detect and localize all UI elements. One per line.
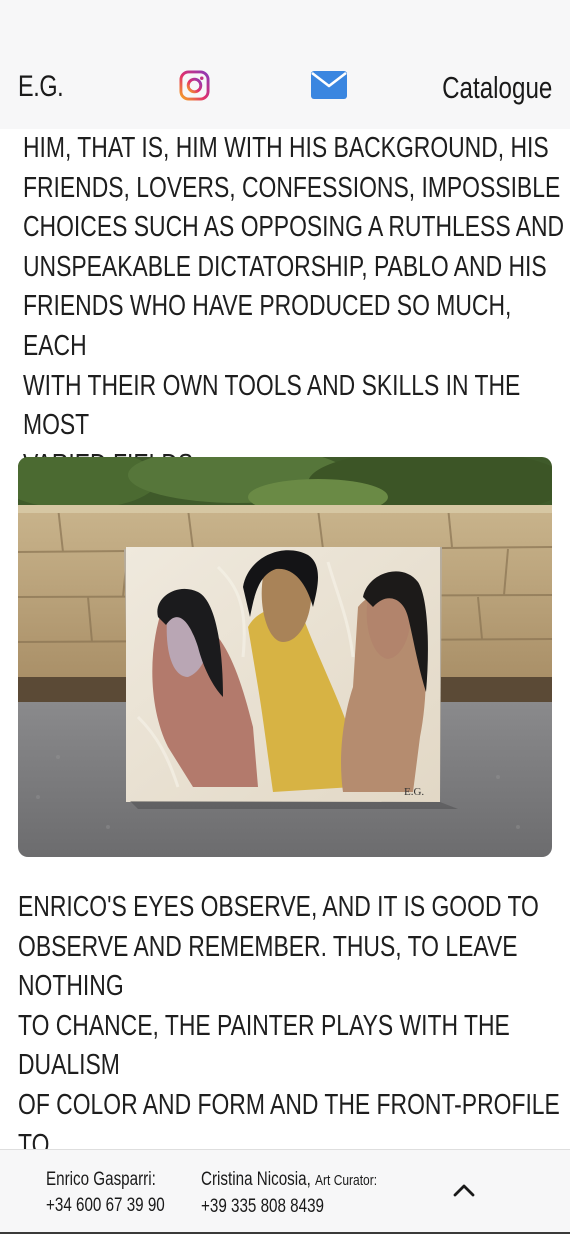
contact-name: Enrico Gasparri:	[46, 1169, 156, 1190]
contact-role: Art Curator:	[315, 1172, 378, 1189]
envelope-icon[interactable]	[311, 71, 347, 99]
contact-enrico: Enrico Gasparri: +34 600 67 39 90	[46, 1167, 165, 1219]
nav-catalogue-link[interactable]: Catalogue	[442, 70, 552, 106]
contact-name-line: Cristina Nicosia, Art Curator:	[201, 1167, 377, 1194]
site-header: E.G. Catalogue	[0, 0, 570, 129]
contact-phone[interactable]: +39 335 808 8439	[201, 1194, 377, 1220]
page: E.G. Catalogue HIM, THAT IS, HIM WITH HI…	[0, 0, 570, 1234]
site-footer: Enrico Gasparri: +34 600 67 39 90 Cristi…	[0, 1149, 570, 1234]
chevron-up-icon[interactable]	[451, 1177, 477, 1203]
artwork-photo: E.G.	[18, 457, 552, 857]
brand-logo[interactable]: E.G.	[18, 70, 64, 104]
instagram-icon[interactable]	[179, 70, 210, 101]
artwork-signature: E.G.	[404, 786, 424, 798]
contact-cristina: Cristina Nicosia, Art Curator: +39 335 8…	[201, 1167, 377, 1220]
contact-phone[interactable]: +34 600 67 39 90	[46, 1193, 165, 1219]
contact-name: Cristina Nicosia,	[201, 1169, 311, 1190]
text-paragraph: HIM, THAT IS, HIM WITH HIS BACKGROUND, H…	[23, 132, 565, 481]
